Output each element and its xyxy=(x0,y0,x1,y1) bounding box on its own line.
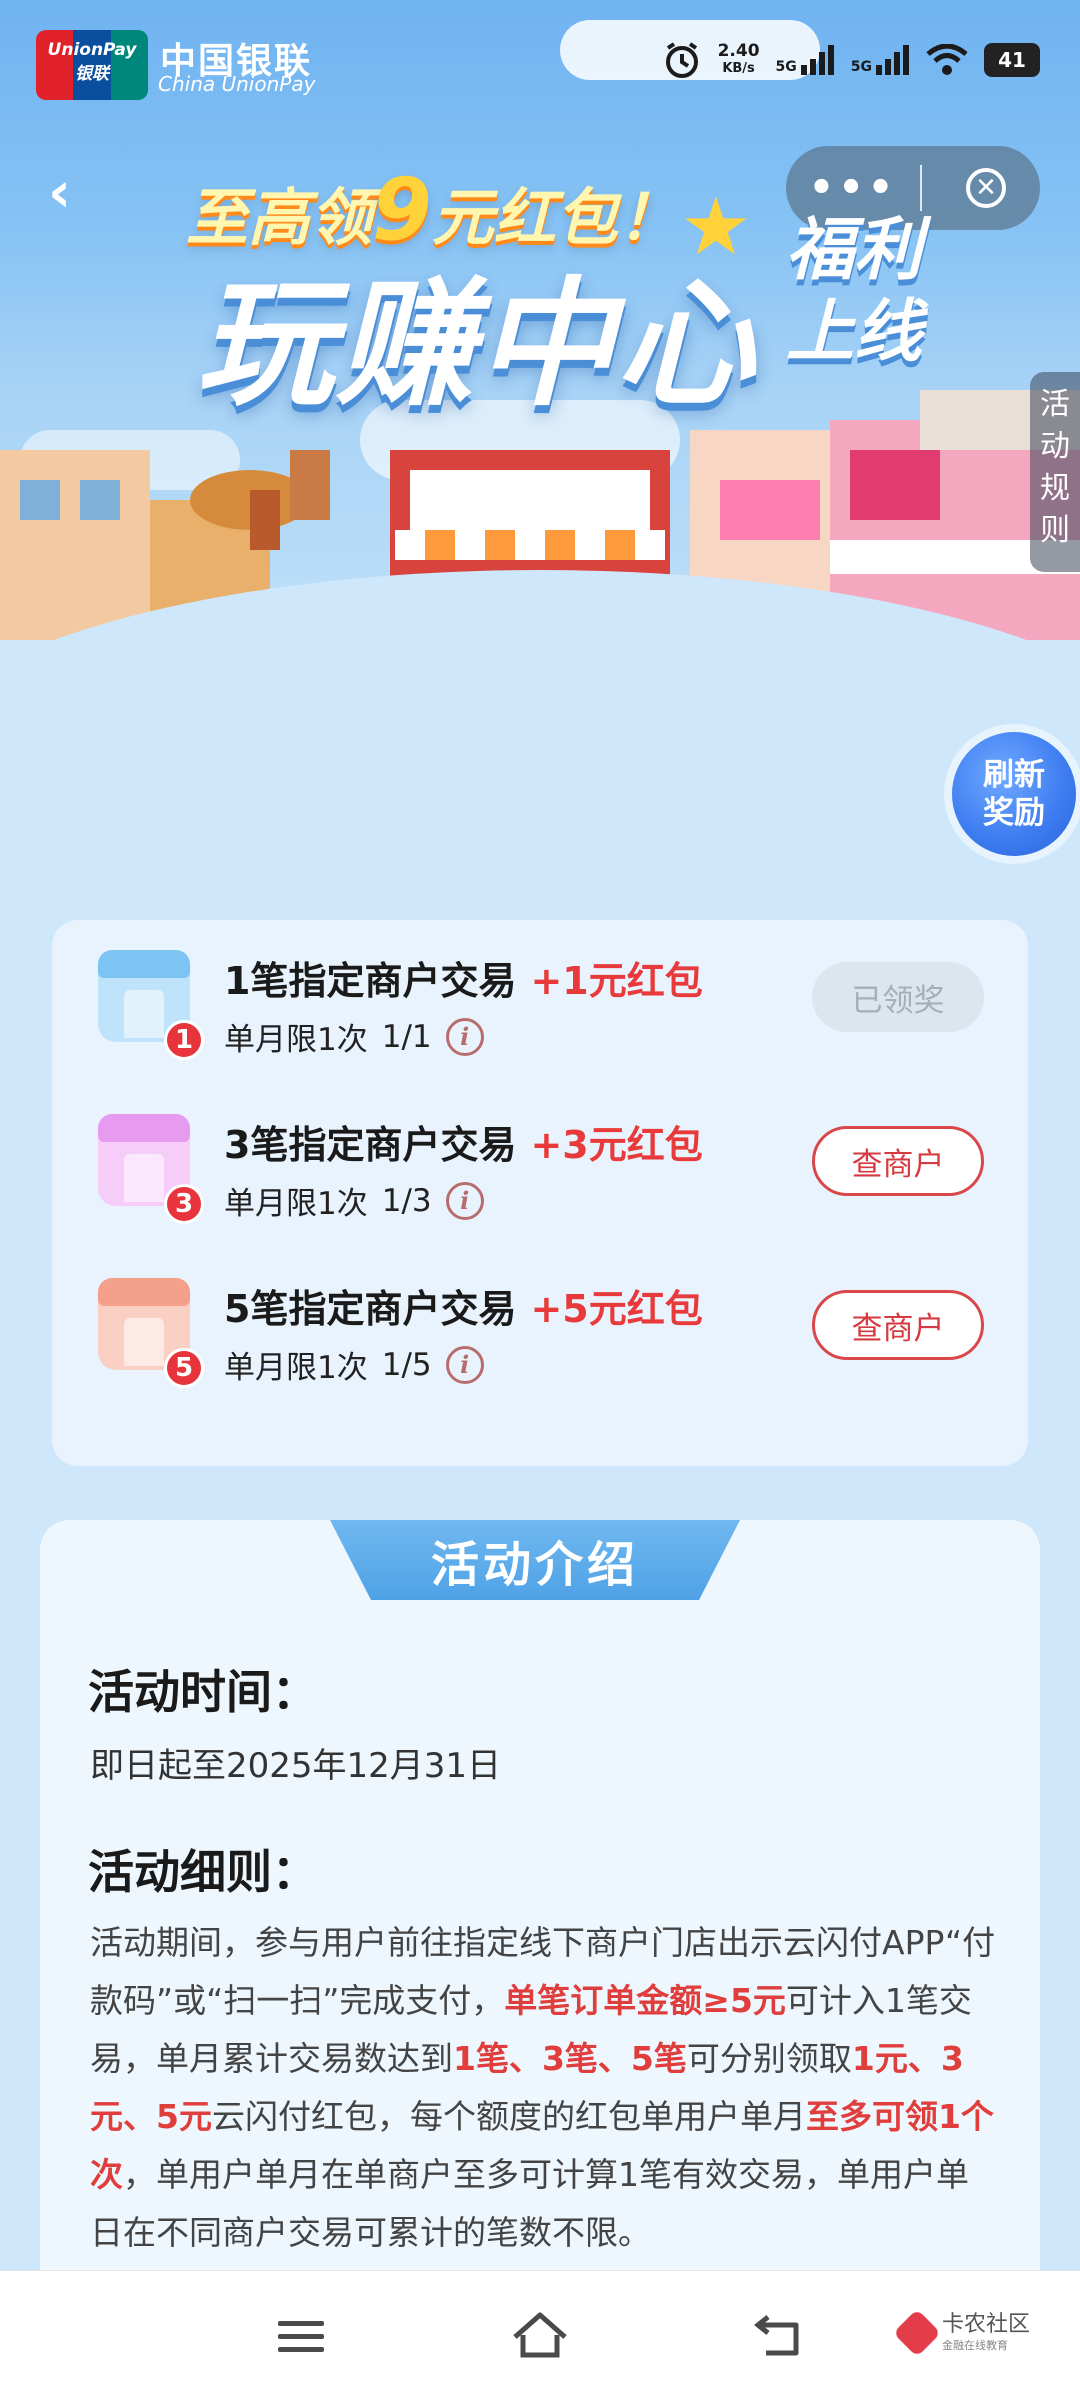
hero-banner: UnionPay 银联 中国银联 China UnionPay 2.40 KB/… xyxy=(0,0,1080,640)
task-badge: 5 xyxy=(164,1348,204,1388)
activity-rules-tab[interactable]: 活动规则 xyxy=(1030,372,1080,572)
watermark: 卡农社区 金融在线教育 xyxy=(892,2308,1031,2358)
task-row: 1 1笔指定商户交易 +1元红包 单月限1次 1/1 i 已领奖 xyxy=(52,920,1028,1070)
close-button[interactable]: ✕ xyxy=(966,168,1006,208)
watermark-name: 卡农社区 xyxy=(942,2312,1031,2337)
task-row: 5 5笔指定商户交易 +5元红包 单月限1次 1/5 i 查商户 xyxy=(52,1248,1028,1398)
info-icon[interactable]: i xyxy=(445,1181,484,1220)
back-arrow-icon[interactable]: ‹ xyxy=(48,160,71,225)
unionpay-logo: UnionPay 银联 xyxy=(36,30,148,100)
refresh-reward-label: 刷新奖励 xyxy=(983,757,1045,831)
battery-icon: 41 xyxy=(984,43,1040,77)
signal-icon: 5G xyxy=(851,45,910,75)
task-progress: 单月限1次 1/5 i xyxy=(224,1342,484,1387)
time-value: 即日起至2025年12月31日 xyxy=(90,1746,502,1786)
rules-heading: 活动细则： xyxy=(88,1845,318,1900)
hero-welfare-text: 福利上线 xyxy=(786,211,923,372)
menu-icon[interactable] xyxy=(266,2301,336,2371)
view-merchants-button[interactable]: 查商户 xyxy=(812,1126,984,1196)
network-speed: 2.40 KB/s xyxy=(717,41,760,76)
task-title: 3笔指定商户交易 +3元红包 xyxy=(224,1123,703,1167)
logo-top-text: UnionPay xyxy=(47,40,137,60)
task-title: 5笔指定商户交易 +5元红包 xyxy=(224,1287,703,1331)
home-icon[interactable] xyxy=(505,2301,575,2371)
rules-paragraph: 活动期间，参与用户前往指定线下商户门店出示云闪付APP“付款码”或“扫一扫”完成… xyxy=(90,1923,996,2252)
time-heading: 活动时间： xyxy=(88,1665,318,1720)
status-bar: 2.40 KB/s 5G 5G 41 xyxy=(662,30,1040,90)
info-icon[interactable]: i xyxy=(445,1017,484,1056)
capsule-divider xyxy=(920,165,922,211)
task-title: 1笔指定商户交易 +1元红包 xyxy=(224,959,703,1003)
watermark-sub: 金融在线教育 xyxy=(942,2339,1008,2352)
task-row: 3 3笔指定商户交易 +3元红包 单月限1次 1/3 i 查商户 xyxy=(52,1084,1028,1234)
brand-name-en: China UnionPay xyxy=(158,72,316,96)
activity-intro-card: 活动介绍 活动时间： 即日起至2025年12月31日 活动细则： 活动期间，参与… xyxy=(40,1520,1040,2400)
info-icon[interactable]: i xyxy=(445,1345,484,1384)
alarm-icon xyxy=(665,42,698,78)
wifi-icon xyxy=(926,44,968,75)
view-merchants-button[interactable]: 查商户 xyxy=(812,1290,984,1360)
hero-title: 玩赚中心 xyxy=(196,264,757,425)
more-options-button[interactable]: ••• xyxy=(786,168,920,208)
refresh-reward-button[interactable]: 刷新奖励 xyxy=(952,732,1076,856)
claimed-button[interactable]: 已领奖 xyxy=(812,962,984,1032)
back-icon[interactable] xyxy=(744,2301,814,2371)
task-badge: 1 xyxy=(164,1020,204,1060)
intro-tab-title: 活动介绍 xyxy=(330,1520,740,1600)
watermark-logo-icon xyxy=(892,2308,942,2358)
signal-icon: 5G xyxy=(776,45,835,75)
system-nav-bar: 卡农社区 金融在线教育 xyxy=(0,2270,1080,2400)
logo-bottom-text: 银联 xyxy=(75,64,109,84)
task-progress: 单月限1次 1/1 i xyxy=(224,1014,484,1059)
task-progress: 单月限1次 1/3 i xyxy=(224,1178,484,1223)
task-badge: 3 xyxy=(164,1184,204,1224)
task-list-card: 1 1笔指定商户交易 +1元红包 单月限1次 1/1 i 已领奖 3 3笔指定商户… xyxy=(52,920,1028,1466)
